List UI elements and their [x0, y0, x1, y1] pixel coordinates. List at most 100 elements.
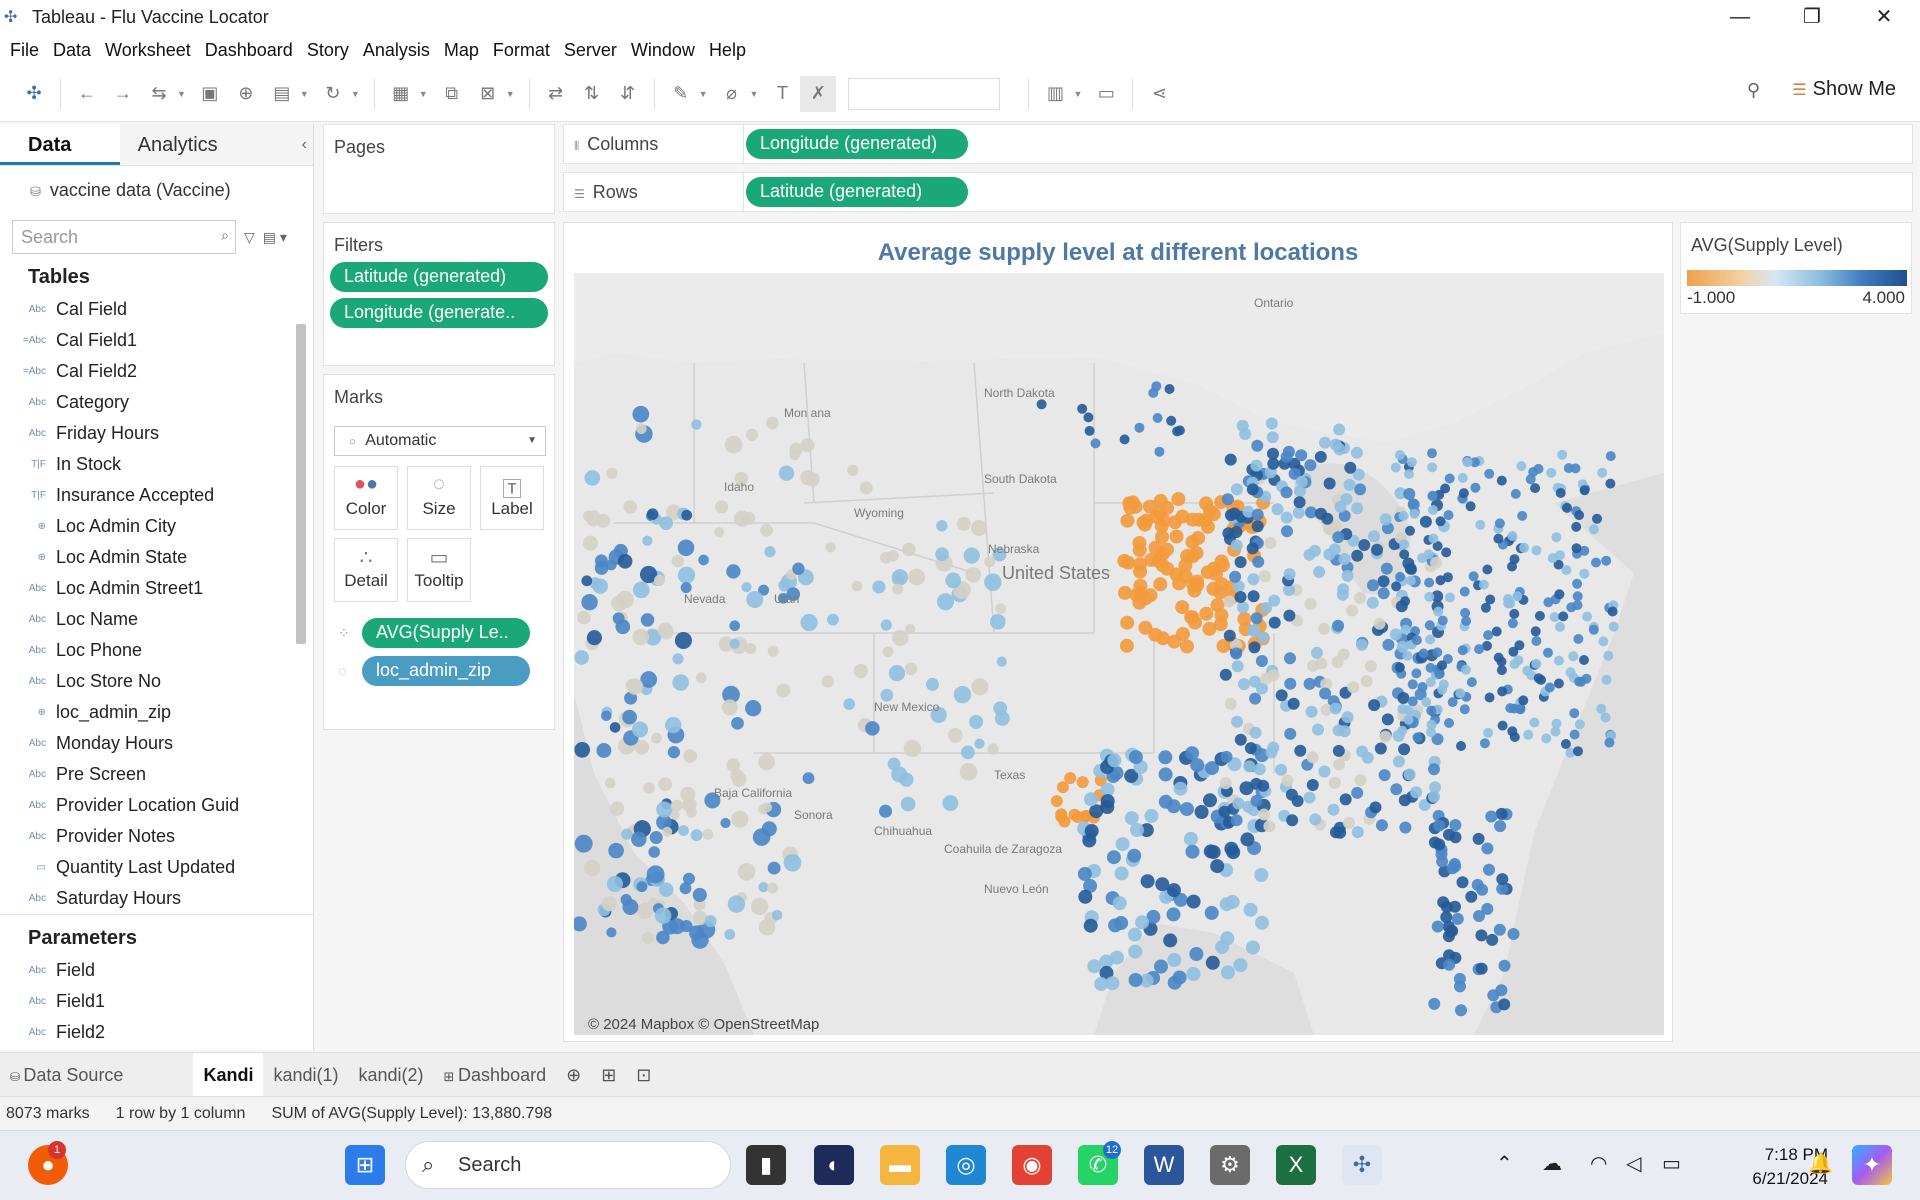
- location-mark[interactable]: [961, 745, 975, 760]
- location-mark[interactable]: [1280, 450, 1293, 463]
- location-mark[interactable]: [681, 509, 693, 521]
- group-members-icon[interactable]: ⌀: [714, 76, 750, 112]
- location-mark[interactable]: [1503, 594, 1513, 604]
- map-view[interactable]: Ontario North Dakota South Dakota Nebraska U…: [574, 273, 1664, 1035]
- location-mark[interactable]: [1512, 591, 1523, 602]
- location-mark[interactable]: [1574, 510, 1585, 521]
- location-mark[interactable]: [1248, 641, 1261, 654]
- task-view-icon[interactable]: ▮: [746, 1145, 786, 1185]
- location-mark[interactable]: [872, 580, 886, 594]
- location-mark[interactable]: [905, 623, 916, 635]
- location-mark[interactable]: [904, 662, 918, 676]
- location-mark[interactable]: [1484, 468, 1495, 479]
- location-mark[interactable]: [658, 777, 672, 792]
- location-mark[interactable]: [926, 677, 939, 691]
- location-mark[interactable]: [1220, 931, 1235, 946]
- location-mark[interactable]: [1036, 399, 1047, 410]
- location-mark[interactable]: [1407, 679, 1418, 690]
- location-mark[interactable]: [1343, 816, 1355, 829]
- location-mark[interactable]: [1354, 483, 1367, 496]
- location-mark[interactable]: [792, 562, 805, 575]
- location-mark[interactable]: [1083, 918, 1098, 933]
- menu-worksheet[interactable]: Worksheet: [105, 40, 191, 61]
- location-mark[interactable]: [1371, 543, 1383, 556]
- location-mark[interactable]: [1305, 705, 1318, 718]
- location-mark[interactable]: [1219, 777, 1232, 790]
- location-mark[interactable]: [1458, 488, 1469, 499]
- location-mark[interactable]: [1252, 555, 1265, 568]
- location-mark[interactable]: [1457, 472, 1468, 483]
- location-mark[interactable]: [1433, 838, 1446, 851]
- sort-descending-icon[interactable]: ⇵: [610, 76, 646, 112]
- location-mark[interactable]: [617, 553, 633, 569]
- location-mark[interactable]: [1451, 912, 1464, 925]
- location-mark[interactable]: [1406, 564, 1417, 575]
- location-mark[interactable]: [1206, 507, 1221, 522]
- filter-icon[interactable]: ▽: [244, 229, 255, 246]
- location-mark[interactable]: [750, 897, 769, 916]
- location-mark[interactable]: [1607, 606, 1618, 617]
- location-mark[interactable]: [1381, 713, 1394, 726]
- location-mark[interactable]: [1128, 973, 1143, 987]
- location-mark[interactable]: [1553, 655, 1564, 666]
- location-mark[interactable]: [674, 631, 692, 650]
- location-mark[interactable]: [1244, 742, 1257, 755]
- location-mark[interactable]: [1313, 566, 1326, 578]
- location-mark[interactable]: [891, 569, 909, 586]
- location-mark[interactable]: [1427, 462, 1438, 473]
- location-mark[interactable]: [1205, 955, 1220, 970]
- location-mark[interactable]: [1600, 712, 1611, 723]
- location-mark[interactable]: [892, 583, 904, 595]
- location-mark[interactable]: [847, 464, 859, 477]
- location-mark[interactable]: [995, 603, 1007, 615]
- location-mark[interactable]: [704, 915, 717, 928]
- location-mark[interactable]: [942, 795, 959, 812]
- location-mark[interactable]: [1571, 521, 1582, 532]
- location-mark[interactable]: [1350, 446, 1363, 459]
- location-mark[interactable]: [1332, 724, 1345, 737]
- location-mark[interactable]: [1230, 539, 1243, 552]
- location-mark[interactable]: [1255, 655, 1268, 667]
- location-mark[interactable]: [621, 828, 633, 840]
- location-mark[interactable]: [1358, 539, 1371, 551]
- location-mark[interactable]: [1425, 634, 1436, 645]
- location-mark[interactable]: [1173, 781, 1188, 796]
- chrome-icon[interactable]: ◉: [1012, 1145, 1052, 1185]
- location-mark[interactable]: [761, 802, 773, 813]
- undo-icon[interactable]: ←: [69, 76, 105, 112]
- location-mark[interactable]: [1494, 820, 1507, 833]
- location-mark[interactable]: [1493, 652, 1504, 663]
- clear-sheet-icon[interactable]: ⊠: [470, 76, 506, 112]
- location-mark[interactable]: [758, 919, 776, 936]
- location-mark[interactable]: [1231, 715, 1244, 728]
- new-datasource-icon[interactable]: ⊕: [228, 76, 264, 112]
- menu-analysis[interactable]: Analysis: [363, 40, 430, 61]
- location-mark[interactable]: [1403, 488, 1416, 500]
- location-mark[interactable]: [625, 678, 640, 693]
- location-mark[interactable]: [1166, 415, 1177, 426]
- location-mark[interactable]: [1224, 697, 1237, 710]
- location-mark[interactable]: [714, 527, 725, 538]
- menu-data[interactable]: Data: [53, 40, 91, 61]
- volume-icon[interactable]: ◁: [1626, 1151, 1641, 1176]
- location-mark[interactable]: [1231, 660, 1244, 673]
- location-mark[interactable]: [724, 929, 736, 940]
- settings-icon[interactable]: ⚙: [1210, 1145, 1250, 1185]
- location-mark[interactable]: [1128, 944, 1143, 959]
- highlight-icon[interactable]: ✎: [663, 76, 699, 112]
- location-mark[interactable]: [1419, 515, 1432, 528]
- location-mark[interactable]: [1224, 509, 1237, 522]
- location-mark[interactable]: [691, 419, 702, 430]
- location-mark[interactable]: [778, 465, 795, 481]
- location-mark[interactable]: [648, 846, 660, 858]
- location-mark[interactable]: [1329, 702, 1342, 715]
- location-mark[interactable]: [1186, 577, 1201, 592]
- location-mark[interactable]: [1250, 612, 1263, 625]
- location-mark[interactable]: [1510, 488, 1521, 499]
- location-mark[interactable]: [1378, 769, 1391, 782]
- location-mark[interactable]: [1249, 692, 1262, 705]
- location-mark[interactable]: [1128, 750, 1143, 765]
- location-mark[interactable]: [1175, 627, 1190, 641]
- location-mark[interactable]: [1339, 793, 1352, 806]
- location-mark[interactable]: [1354, 592, 1366, 604]
